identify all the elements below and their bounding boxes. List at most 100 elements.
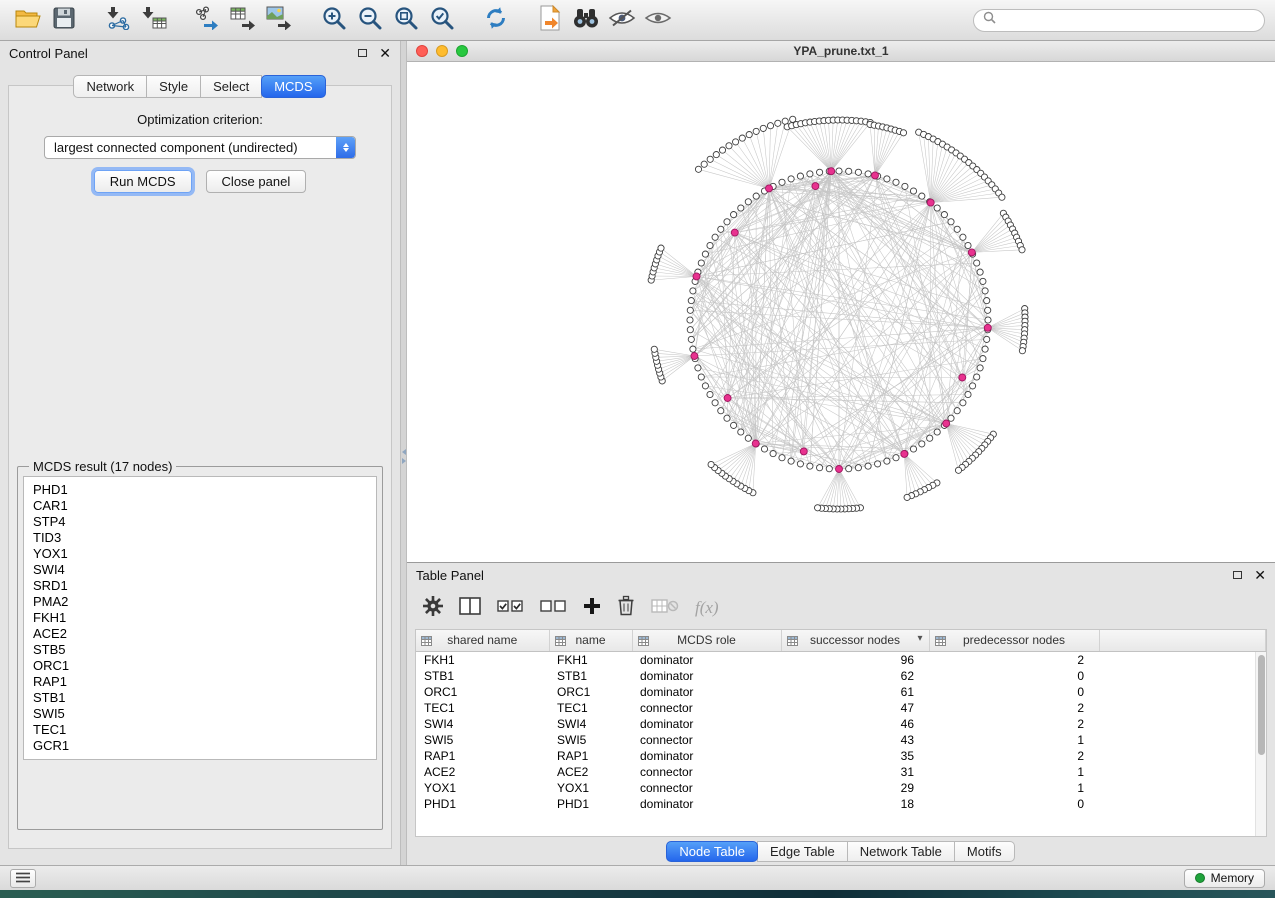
panel-list-button[interactable] bbox=[10, 869, 36, 888]
column-header-MCDS-role[interactable]: MCDS role bbox=[632, 630, 781, 651]
tab-style[interactable]: Style bbox=[146, 75, 201, 98]
result-list-item[interactable]: GCR1 bbox=[33, 738, 367, 754]
result-list-item[interactable]: PHD1 bbox=[33, 482, 367, 498]
result-list-item[interactable]: PMA2 bbox=[33, 594, 367, 610]
panel-splitter[interactable] bbox=[400, 41, 407, 865]
result-list-item[interactable]: ORC1 bbox=[33, 658, 367, 674]
network-tools-group bbox=[190, 4, 298, 36]
mcds-tab-pane: NetworkStyleSelectMCDS Optimization crit… bbox=[8, 85, 392, 849]
export-table-button[interactable] bbox=[226, 4, 262, 36]
close-panel-button[interactable]: Close panel bbox=[206, 170, 307, 193]
zoom-out-button[interactable] bbox=[352, 4, 388, 36]
file-group bbox=[10, 4, 82, 36]
result-list-item[interactable]: CAR1 bbox=[33, 498, 367, 514]
tab-network-table[interactable]: Network Table bbox=[847, 841, 955, 862]
control-tab-bar: NetworkStyleSelectMCDS bbox=[9, 75, 391, 98]
table-row[interactable]: SWI4SWI4dominator462 bbox=[416, 716, 1266, 732]
float-table-panel-icon[interactable] bbox=[1233, 571, 1242, 579]
dropdown-arrows-icon bbox=[336, 137, 355, 158]
close-table-panel-icon[interactable]: ✕ bbox=[1254, 568, 1266, 582]
minimize-traffic-light[interactable] bbox=[436, 45, 448, 57]
tab-network[interactable]: Network bbox=[73, 75, 147, 98]
splitter-collapse-icon[interactable] bbox=[402, 449, 406, 464]
table-row[interactable]: TEC1TEC1connector472 bbox=[416, 700, 1266, 716]
result-list-item[interactable]: RAP1 bbox=[33, 674, 367, 690]
table-row[interactable]: STB1STB1dominator620 bbox=[416, 668, 1266, 684]
memory-button[interactable]: Memory bbox=[1184, 869, 1265, 888]
table-row[interactable]: SWI5SWI5connector431 bbox=[416, 732, 1266, 748]
scrollbar-thumb[interactable] bbox=[1258, 655, 1265, 755]
maximize-traffic-light[interactable] bbox=[456, 45, 468, 57]
table-panel-header: Table Panel ✕ bbox=[407, 563, 1275, 587]
result-list-item[interactable]: SRD1 bbox=[33, 578, 367, 594]
import-table-button[interactable] bbox=[136, 4, 172, 36]
show-hide-graphics-button[interactable] bbox=[604, 4, 640, 36]
new-network-button[interactable] bbox=[190, 4, 226, 36]
import-network-button[interactable] bbox=[100, 4, 136, 36]
tab-mcds[interactable]: MCDS bbox=[261, 75, 325, 98]
preview-button[interactable] bbox=[640, 4, 676, 36]
zoom-in-button[interactable] bbox=[316, 4, 352, 36]
table-row[interactable]: YOX1YOX1connector291 bbox=[416, 780, 1266, 796]
table-scrollbar[interactable] bbox=[1255, 652, 1266, 836]
search-icon bbox=[983, 11, 996, 29]
tab-edge-table[interactable]: Edge Table bbox=[757, 841, 848, 862]
table-row[interactable]: ACE2ACE2connector311 bbox=[416, 764, 1266, 780]
function-builder-button[interactable]: f(x) bbox=[695, 598, 719, 618]
result-list-item[interactable]: SWI4 bbox=[33, 562, 367, 578]
result-list-item[interactable]: STB1 bbox=[33, 690, 367, 706]
save-session-button[interactable] bbox=[46, 4, 82, 36]
trash-icon bbox=[617, 595, 635, 621]
open-file-button[interactable] bbox=[10, 4, 46, 36]
settings-gear-button[interactable] bbox=[423, 596, 443, 621]
export-image-button[interactable] bbox=[262, 4, 298, 36]
control-panel: Control Panel ✕ NetworkStyleSelectMCDS O… bbox=[0, 41, 400, 865]
search-input[interactable] bbox=[1001, 13, 1255, 27]
add-row-button[interactable] bbox=[583, 597, 601, 620]
criterion-dropdown[interactable]: largest connected component (undirected) bbox=[44, 136, 356, 159]
column-header-successor-nodes[interactable]: successor nodes▾ bbox=[781, 630, 929, 651]
tab-motifs[interactable]: Motifs bbox=[954, 841, 1015, 862]
open-folder-icon bbox=[15, 7, 41, 34]
result-list-item[interactable]: YOX1 bbox=[33, 546, 367, 562]
network-titlebar: YPA_prune.txt_1 bbox=[407, 41, 1275, 62]
result-list-item[interactable]: TID3 bbox=[33, 530, 367, 546]
refresh-button[interactable] bbox=[478, 4, 514, 36]
network-canvas[interactable] bbox=[407, 62, 1275, 562]
result-list-item[interactable]: STB5 bbox=[33, 642, 367, 658]
float-panel-icon[interactable] bbox=[358, 49, 367, 57]
share-document-button[interactable] bbox=[532, 4, 568, 36]
run-mcds-button[interactable]: Run MCDS bbox=[94, 170, 192, 193]
tab-node-table[interactable]: Node Table bbox=[666, 841, 758, 862]
zoom-fit-button[interactable] bbox=[388, 4, 424, 36]
tab-select[interactable]: Select bbox=[200, 75, 262, 98]
table-row[interactable]: ORC1ORC1dominator610 bbox=[416, 684, 1266, 700]
result-list-item[interactable]: TEC1 bbox=[33, 722, 367, 738]
toolbar-search[interactable] bbox=[973, 9, 1265, 32]
desktop-background bbox=[0, 890, 1275, 898]
table-row[interactable]: RAP1RAP1dominator352 bbox=[416, 748, 1266, 764]
close-traffic-light[interactable] bbox=[416, 45, 428, 57]
delete-column-button[interactable] bbox=[651, 597, 679, 620]
select-all-button[interactable] bbox=[497, 598, 524, 619]
unselect-all-button[interactable] bbox=[540, 598, 567, 619]
column-header-name[interactable]: name bbox=[549, 630, 632, 651]
zoom-selected-button[interactable] bbox=[424, 4, 460, 36]
column-panel-button[interactable] bbox=[459, 597, 481, 620]
optimization-criterion-label: Optimization criterion: bbox=[15, 112, 385, 127]
table-panel: Table Panel ✕ f(x) shared namenam bbox=[407, 563, 1275, 865]
network-graph[interactable] bbox=[407, 62, 1275, 562]
table-row[interactable]: PHD1PHD1dominator180 bbox=[416, 796, 1266, 812]
table-column-icon bbox=[935, 635, 946, 649]
result-list-item[interactable]: ACE2 bbox=[33, 626, 367, 642]
column-header-predecessor-nodes[interactable]: predecessor nodes bbox=[929, 630, 1099, 651]
result-list-item[interactable]: STP4 bbox=[33, 514, 367, 530]
zoom-in-icon bbox=[321, 5, 347, 36]
close-panel-icon[interactable]: ✕ bbox=[379, 46, 391, 60]
result-list-item[interactable]: SWI5 bbox=[33, 706, 367, 722]
table-row[interactable]: FKH1FKH1dominator962 bbox=[416, 651, 1266, 668]
result-list-item[interactable]: FKH1 bbox=[33, 610, 367, 626]
delete-row-button[interactable] bbox=[617, 595, 635, 621]
column-header-shared-name[interactable]: shared name bbox=[416, 630, 549, 651]
search-network-button[interactable] bbox=[568, 4, 604, 36]
